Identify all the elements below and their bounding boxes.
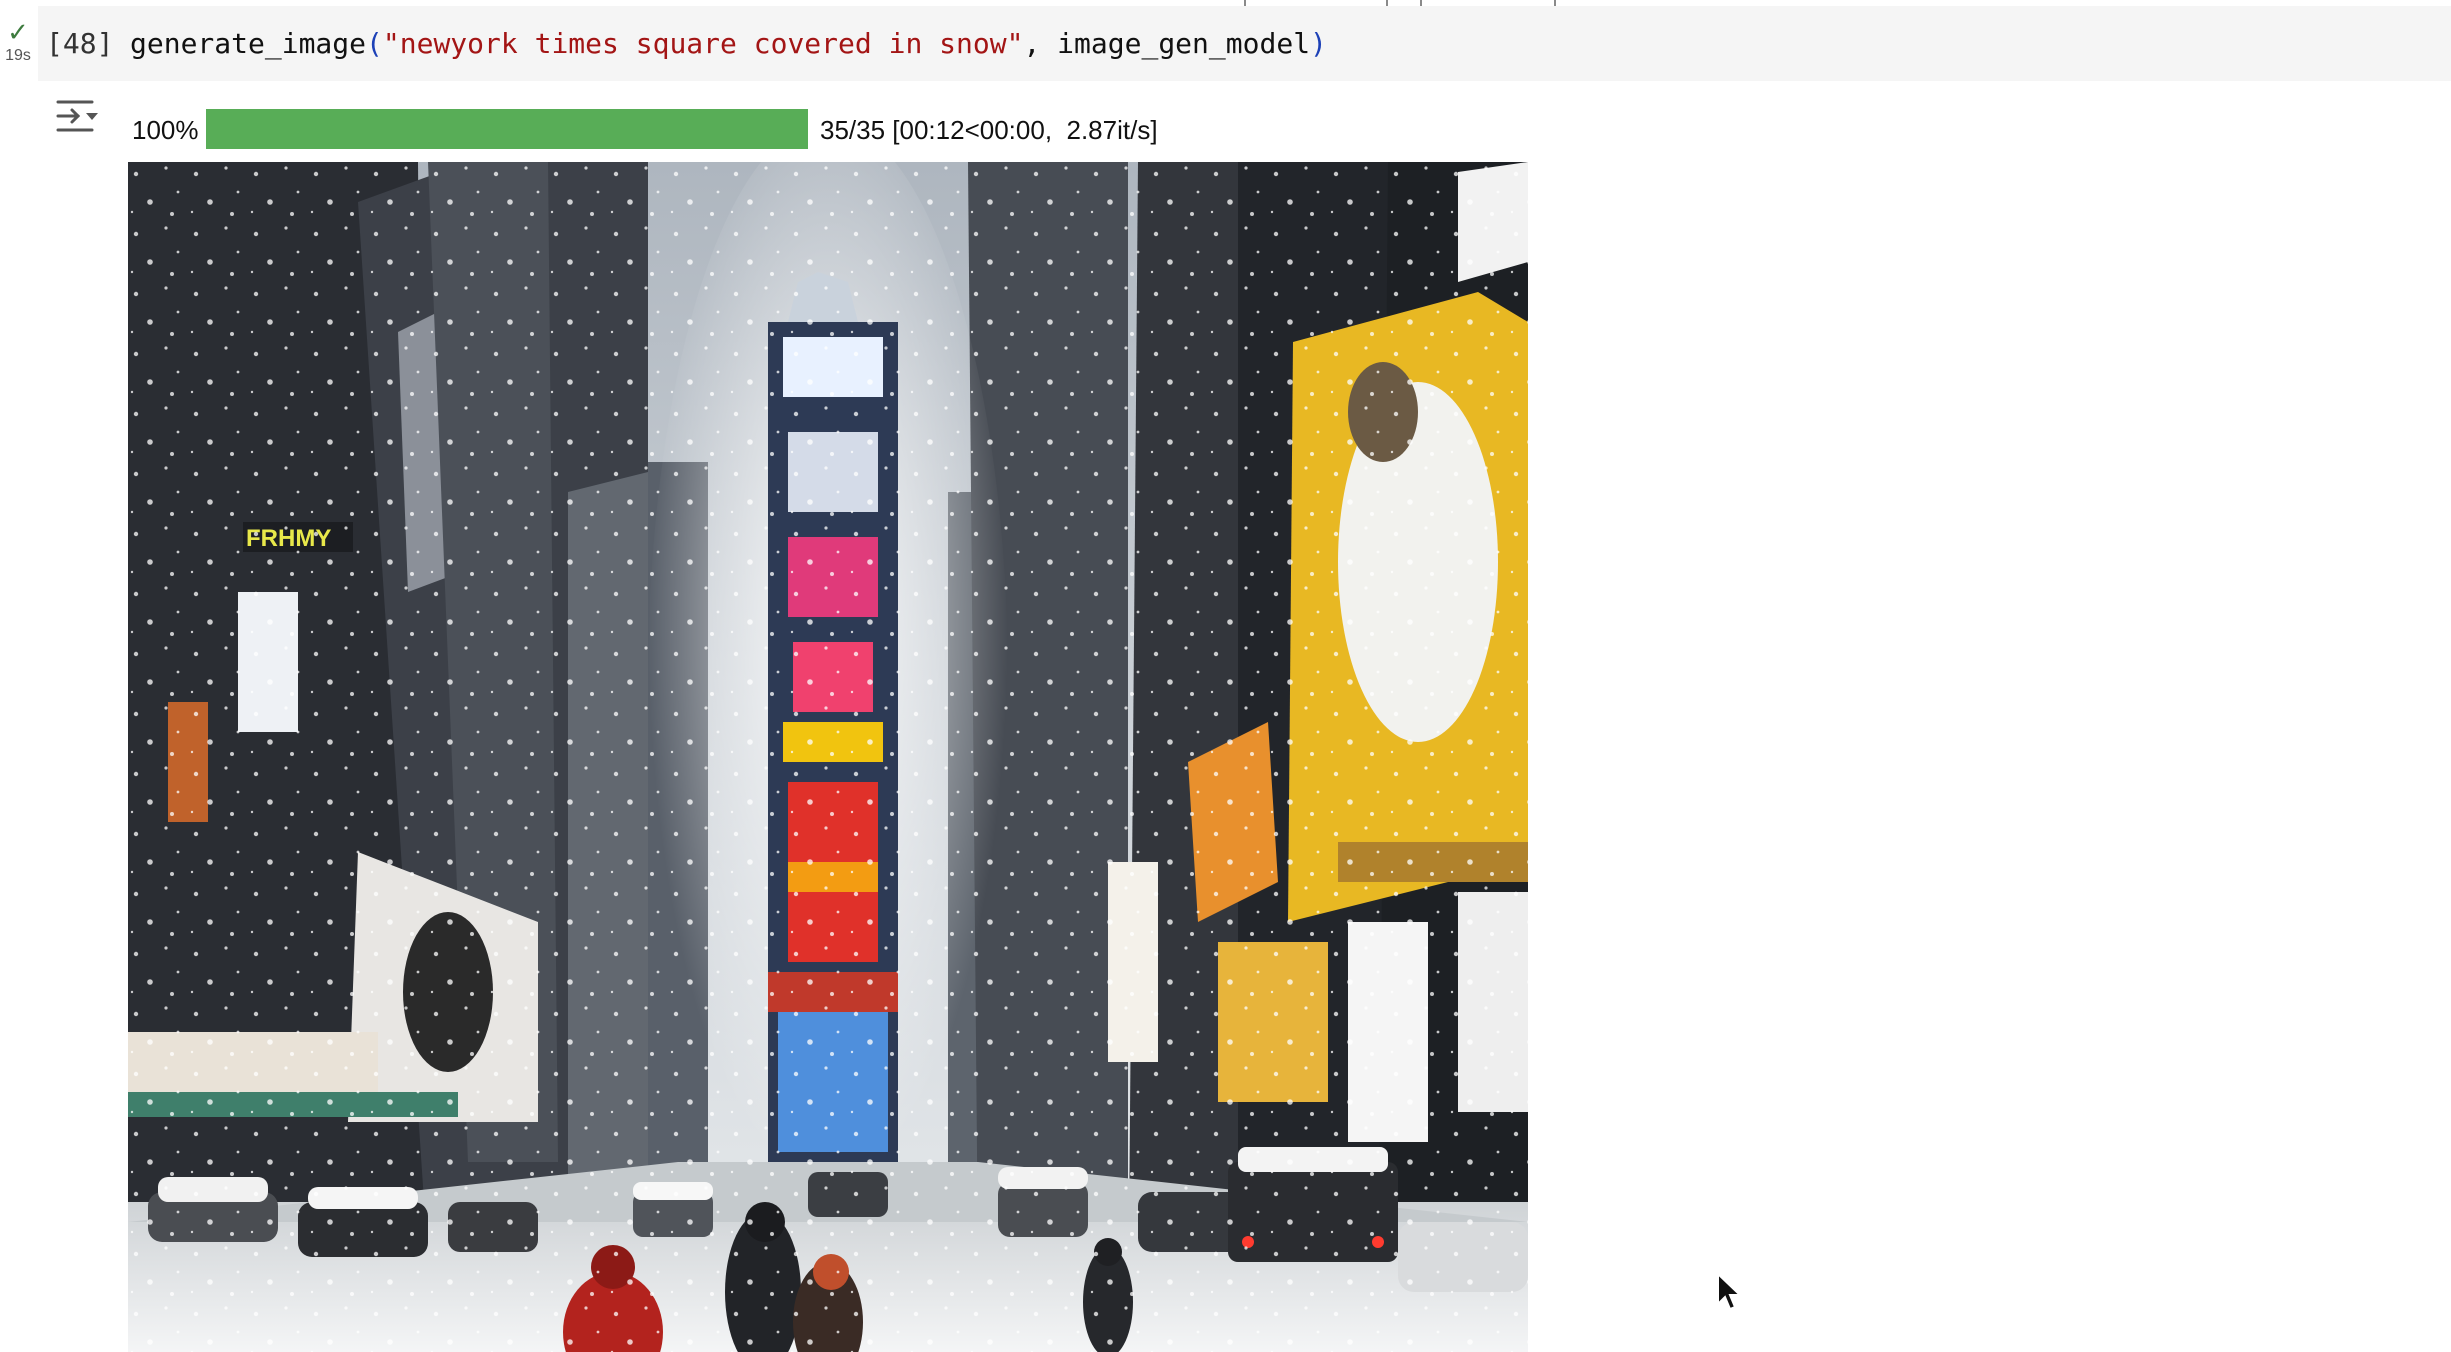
code-close-paren: ): [1310, 27, 1327, 60]
code-arguments: , image_gen_model: [1023, 27, 1311, 60]
progress-bar-fill: [206, 109, 808, 149]
progress-stats: 35/35 [00:12<00:00, 2.87it/s]: [820, 115, 1158, 145]
check-icon: ✓: [7, 18, 29, 48]
code-open-paren: (: [366, 27, 383, 60]
execution-count: [48]: [46, 27, 114, 60]
elapsed-time: 19s: [5, 47, 31, 64]
output-collapse-icon[interactable]: [56, 96, 100, 136]
mouse-cursor-icon: [1717, 1272, 1742, 1311]
cell-status: ✓ 19s: [0, 20, 36, 65]
generated-image: FRHMY: [128, 162, 1528, 1352]
code-editor[interactable]: generate_image("newyork times square cov…: [130, 27, 1327, 60]
code-prompt-string: "newyork times square covered in snow": [382, 27, 1024, 60]
progress-percent: 100%: [132, 115, 199, 145]
progress-bar: [206, 109, 808, 149]
code-function-name: generate_image: [130, 27, 367, 60]
